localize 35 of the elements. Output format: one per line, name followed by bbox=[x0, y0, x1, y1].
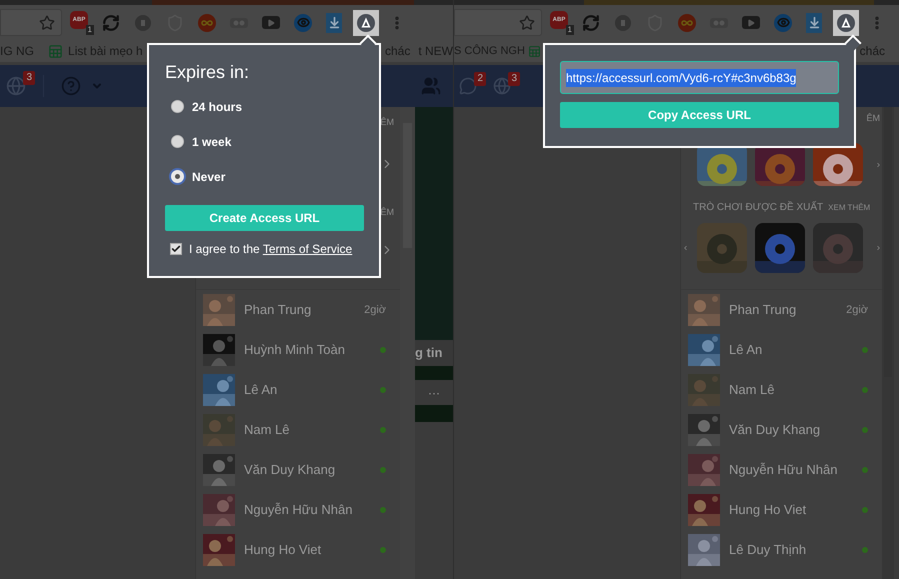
friend-name[interactable]: Nam Lê bbox=[729, 380, 862, 400]
popup-title: Expires in: bbox=[165, 61, 250, 83]
friend-name[interactable]: Huỳnh Minh Toàn bbox=[244, 340, 380, 360]
agree-text: I agree to the Terms of Service bbox=[189, 241, 352, 258]
count-badge: 1 bbox=[86, 24, 94, 34]
see-more-link[interactable]: ÊM bbox=[380, 116, 394, 130]
friend-name[interactable]: Văn Duy Khang bbox=[244, 460, 380, 480]
create-url-button[interactable]: Create Access URL bbox=[165, 205, 364, 231]
option-label: Never bbox=[192, 168, 226, 186]
notification-badge: 3 bbox=[23, 71, 35, 85]
friend-name[interactable]: Hung Ho Viet bbox=[244, 540, 380, 560]
friend-name[interactable]: Văn Duy Khang bbox=[729, 420, 862, 440]
count-badge: 1 bbox=[566, 24, 574, 34]
copy-url-button[interactable]: Copy Access URL bbox=[560, 102, 839, 128]
url-field[interactable]: https://accessurl.com/Vyd6-rcY#c3nv6b83g bbox=[560, 61, 839, 94]
friend-name[interactable]: Nguyễn Hữu Nhân bbox=[244, 500, 380, 520]
friend-name[interactable]: Hung Ho Viet bbox=[729, 500, 862, 520]
option-label: 24 hours bbox=[192, 98, 242, 116]
option-label: 1 week bbox=[192, 134, 232, 150]
friend-name[interactable]: Lê An bbox=[729, 340, 862, 360]
friend-name[interactable]: Nam Lê bbox=[244, 420, 380, 440]
notification-badge: 2 bbox=[474, 72, 486, 86]
terms-link[interactable]: Terms of Service bbox=[262, 242, 352, 256]
friend-name[interactable]: Nguyễn Hữu Nhân bbox=[729, 460, 862, 480]
friend-name[interactable]: Lê Duy Thịnh bbox=[729, 540, 862, 560]
see-more-link[interactable]: ÊM bbox=[380, 206, 394, 219]
friend-name[interactable]: Lê An bbox=[244, 380, 380, 400]
notification-badge: 3 bbox=[508, 72, 520, 86]
last-active-time: 2giờ bbox=[846, 302, 868, 318]
section-title: TRÒ CHƠI ĐƯỢC ĐỀ XUẤT bbox=[693, 200, 824, 215]
last-active-time: 2giờ bbox=[364, 302, 386, 318]
see-more-link[interactable]: XEM THÊM bbox=[828, 202, 870, 214]
friend-name[interactable]: Phan Trung bbox=[244, 300, 364, 320]
friend-name[interactable]: Phan Trung bbox=[729, 300, 846, 320]
see-more-link[interactable]: ÊM bbox=[866, 113, 882, 124]
